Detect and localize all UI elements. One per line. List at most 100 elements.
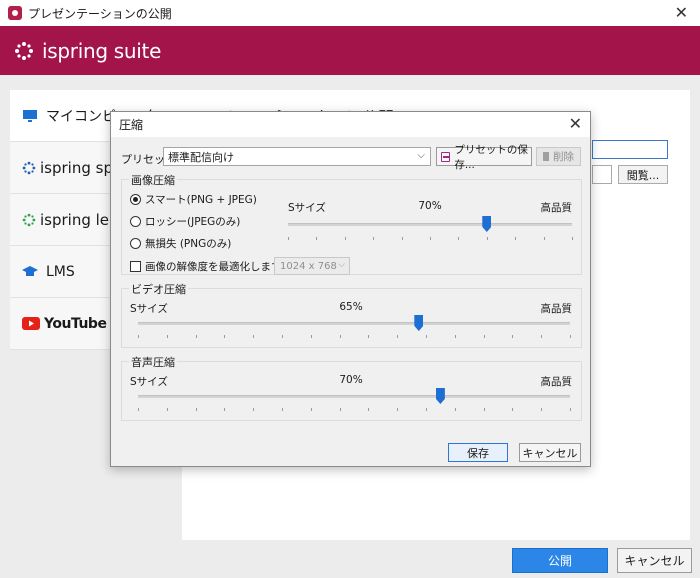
slider-tick xyxy=(454,408,456,411)
delete-preset-button[interactable]: 削除 xyxy=(536,147,581,166)
slider-value-label: 70% xyxy=(418,200,442,212)
image-quality-slider-track[interactable] xyxy=(288,223,572,226)
slider-tick xyxy=(282,335,283,338)
slider-tick xyxy=(570,335,571,338)
trash-icon xyxy=(543,152,549,161)
checkbox[interactable] xyxy=(130,260,141,272)
audio-quality-labels: Sサイズ 70% 高品質 xyxy=(130,374,572,388)
image-quality-slider-thumb[interactable] xyxy=(482,216,492,232)
resolution-value: 1024 x 768 xyxy=(280,260,337,272)
radio-button[interactable] xyxy=(130,237,141,249)
slider-tick xyxy=(166,408,168,411)
slider-tick xyxy=(430,237,431,240)
image-quality-labels: Sサイズ 70% 高品質 xyxy=(288,200,572,214)
sidebar-item-label: LMS xyxy=(46,263,75,280)
group-title: 画像圧縮 xyxy=(129,172,177,188)
slider-max-label: 高品質 xyxy=(540,376,573,388)
group-title: ビデオ圧縮 xyxy=(129,281,188,297)
slider-tick xyxy=(483,335,485,338)
audio-quality-slider-track[interactable] xyxy=(138,395,570,398)
publish-button[interactable]: 公開 xyxy=(512,548,608,573)
slider-tick xyxy=(344,237,346,240)
slider-tick xyxy=(310,408,312,411)
slider-tick xyxy=(339,335,341,338)
slider-tick xyxy=(426,408,427,411)
radio-smart[interactable]: スマート(PNG + JPEG) xyxy=(130,191,257,207)
monitor-icon xyxy=(23,109,37,122)
slider-tick xyxy=(543,237,545,240)
slider-tick xyxy=(310,335,312,338)
slider-tick xyxy=(282,408,283,411)
slider-tick xyxy=(138,408,139,411)
slider-min-label: Sサイズ xyxy=(288,202,326,214)
close-icon[interactable]: ✕ xyxy=(569,114,582,133)
chevron-down-icon: ⌵ xyxy=(338,260,345,270)
dialog-title: 圧縮 xyxy=(119,118,144,132)
save-icon xyxy=(441,151,451,162)
sidebar-item-label: YouTube xyxy=(44,315,107,332)
window-title: プレゼンテーションの公開 xyxy=(28,6,172,21)
chevron-down-icon: ⌵ xyxy=(417,150,425,161)
radio-label: 無損失 (PNGのみ) xyxy=(145,237,232,250)
image-compression-group: 画像圧縮 スマート(PNG + JPEG) ロッシー(JPEGのみ) 無損失 (… xyxy=(121,172,582,275)
slider-tick xyxy=(368,408,370,411)
slider-tick xyxy=(512,335,514,338)
slider-tick xyxy=(572,237,573,240)
slider-tick xyxy=(253,408,255,411)
dialog-titlebar: 圧縮 ✕ xyxy=(111,112,590,137)
slider-tick xyxy=(316,237,318,240)
folder-dropdown[interactable] xyxy=(592,165,612,184)
ispring-space-logo-icon xyxy=(22,161,36,174)
preset-dropdown[interactable]: 標準配信向け ⌵ xyxy=(163,147,431,166)
slider-min-label: Sサイズ xyxy=(130,303,168,315)
audio-compression-group: 音声圧縮 Sサイズ 70% 高品質 xyxy=(121,354,582,421)
slider-ticks xyxy=(138,335,571,339)
brand-name: ispring suite xyxy=(42,38,162,63)
slider-tick xyxy=(224,408,226,411)
slider-tick xyxy=(195,335,197,338)
slider-max-label: 高品質 xyxy=(540,202,573,214)
slider-tick xyxy=(515,237,517,240)
dialog-save-button[interactable]: 保存 xyxy=(448,443,508,462)
slider-tick xyxy=(195,408,197,411)
slider-max-label: 高品質 xyxy=(540,303,573,315)
slider-value-label: 70% xyxy=(339,374,363,386)
radio-lossless[interactable]: 無損失 (PNGのみ) xyxy=(130,235,231,251)
slider-tick xyxy=(401,237,403,240)
close-icon[interactable]: ✕ xyxy=(675,3,688,22)
slider-tick xyxy=(224,335,226,338)
slider-tick xyxy=(570,408,571,411)
dialog-cancel-button[interactable]: キャンセル xyxy=(519,443,581,462)
slider-ticks xyxy=(288,237,573,241)
slider-tick xyxy=(288,237,289,240)
optimize-resolution-checkbox[interactable]: 画像の解像度を最適化します。 xyxy=(130,258,291,274)
ispring-logo-icon xyxy=(15,41,33,60)
youtube-logo-icon xyxy=(22,317,40,330)
slider-tick xyxy=(541,335,543,338)
video-quality-slider-track[interactable] xyxy=(138,322,570,325)
slider-tick xyxy=(486,237,488,240)
slider-tick xyxy=(368,335,370,338)
ispring-learn-logo-icon xyxy=(22,213,36,226)
radio-button[interactable] xyxy=(130,215,141,227)
radio-button[interactable] xyxy=(130,193,141,205)
video-quality-slider-thumb[interactable] xyxy=(414,315,424,331)
save-preset-label: プリセットの保存... xyxy=(454,143,528,171)
slider-tick xyxy=(512,408,514,411)
browse-button[interactable]: 閲覧... xyxy=(618,165,668,184)
project-name-input[interactable] xyxy=(592,140,668,159)
group-title: 音声圧縮 xyxy=(129,354,177,370)
slider-tick xyxy=(397,335,399,338)
slider-tick xyxy=(138,335,139,338)
slider-tick xyxy=(454,335,456,338)
checkbox-label: 画像の解像度を最適化します。 xyxy=(145,260,291,273)
resolution-dropdown[interactable]: 1024 x 768 ⌵ xyxy=(274,257,350,275)
cancel-button[interactable]: キャンセル xyxy=(617,548,692,573)
audio-quality-slider-thumb[interactable] xyxy=(435,388,445,404)
slider-tick xyxy=(166,335,168,338)
save-preset-button[interactable]: プリセットの保存... xyxy=(436,144,532,171)
radio-lossy[interactable]: ロッシー(JPEGのみ) xyxy=(130,213,240,229)
slider-min-label: Sサイズ xyxy=(130,376,168,388)
slider-tick xyxy=(339,408,341,411)
slider-tick xyxy=(397,408,399,411)
